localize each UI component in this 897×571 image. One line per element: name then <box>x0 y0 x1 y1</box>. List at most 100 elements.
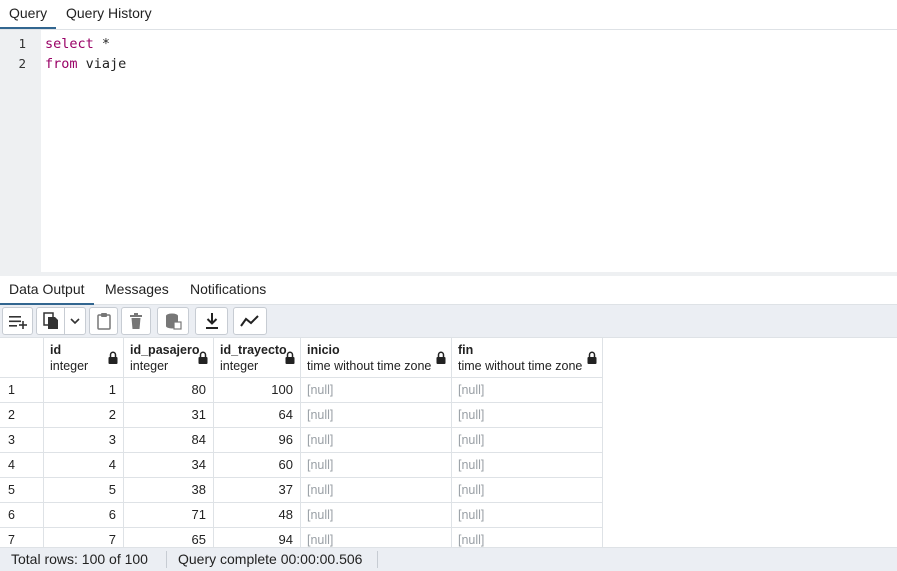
download-icon <box>205 313 218 329</box>
column-type: time without time zone <box>458 359 583 373</box>
download-button[interactable] <box>195 307 228 335</box>
table-cell[interactable]: 6 <box>44 503 124 528</box>
table-cell[interactable]: [null] <box>452 453 603 478</box>
row-number[interactable]: 2 <box>0 403 44 428</box>
graph-visualiser-button[interactable] <box>233 307 267 335</box>
table-cell[interactable]: 37 <box>214 478 301 503</box>
column-name: id_trayecto <box>220 343 287 357</box>
table-cell[interactable]: [null] <box>452 378 603 403</box>
code-text: * <box>93 36 111 52</box>
lock-icon <box>436 351 446 364</box>
query-tabs-bar: Query Query History <box>0 0 897 30</box>
column-name: inicio <box>307 343 340 357</box>
code-line[interactable]: from viaje <box>45 56 126 72</box>
lock-icon <box>285 351 295 364</box>
table-cell[interactable]: 96 <box>214 428 301 453</box>
table-cell[interactable]: 34 <box>124 453 214 478</box>
tab-notifications[interactable]: Notifications <box>181 276 275 303</box>
table-cell[interactable]: [null] <box>452 528 603 547</box>
table-cell[interactable]: 7 <box>44 528 124 547</box>
table-cell[interactable]: 48 <box>214 503 301 528</box>
table-cell[interactable]: 4 <box>44 453 124 478</box>
table-cell[interactable]: 38 <box>124 478 214 503</box>
copy-button[interactable] <box>37 312 64 330</box>
column-type: integer <box>130 359 169 373</box>
save-data-icon <box>166 313 182 330</box>
status-bar: Total rows: 100 of 100 Query complete 00… <box>0 547 897 571</box>
table-cell[interactable]: 80 <box>124 378 214 403</box>
line-number: 2 <box>18 56 26 71</box>
results-grid[interactable]: id integer id_pasajero integer id_trayec… <box>0 338 897 547</box>
column-type: integer <box>220 359 259 373</box>
delete-icon <box>130 313 142 329</box>
save-data-button[interactable] <box>157 307 189 335</box>
column-name: id_pasajero <box>130 343 200 357</box>
graph-visualiser-icon <box>240 315 259 327</box>
table-cell[interactable]: [null] <box>301 503 452 528</box>
table-cell[interactable]: 84 <box>124 428 214 453</box>
sql-keyword: select <box>45 36 94 52</box>
table-cell[interactable]: 65 <box>124 528 214 547</box>
row-number[interactable]: 3 <box>0 428 44 453</box>
paste-button[interactable] <box>89 307 118 335</box>
table-cell[interactable]: 60 <box>214 453 301 478</box>
sql-keyword: from <box>45 56 78 72</box>
tab-query[interactable]: Query <box>0 0 57 29</box>
status-divider <box>166 551 167 568</box>
table-cell[interactable]: [null] <box>452 478 603 503</box>
column-type: integer <box>50 359 89 373</box>
line-number: 1 <box>18 36 26 51</box>
table-cell[interactable]: 94 <box>214 528 301 547</box>
code-line[interactable]: select * <box>45 36 110 52</box>
table-cell[interactable]: [null] <box>301 453 452 478</box>
column-header-id-pasajero[interactable]: id_pasajero integer <box>124 338 214 378</box>
tab-query-history[interactable]: Query History <box>57 0 161 27</box>
chevron-down-icon <box>70 318 80 325</box>
table-cell[interactable]: [null] <box>301 528 452 547</box>
table-cell[interactable]: [null] <box>301 403 452 428</box>
lock-icon <box>587 351 597 364</box>
copy-button-group <box>36 307 86 335</box>
lock-icon <box>198 351 208 364</box>
output-tabs-bar: Data Output Messages Notifications <box>0 276 897 305</box>
table-cell[interactable]: 31 <box>124 403 214 428</box>
code-text: viaje <box>77 56 127 72</box>
row-number[interactable]: 1 <box>0 378 44 403</box>
table-cell[interactable]: 3 <box>44 428 124 453</box>
table-cell[interactable]: 5 <box>44 478 124 503</box>
column-header-id-trayecto[interactable]: id_trayecto integer <box>214 338 301 378</box>
tab-messages[interactable]: Messages <box>96 276 178 303</box>
table-cell[interactable]: 2 <box>44 403 124 428</box>
table-cell[interactable]: [null] <box>301 378 452 403</box>
data-output-toolbar <box>0 305 897 338</box>
column-header-id[interactable]: id integer <box>44 338 124 378</box>
line-number-gutter: 1 2 <box>0 30 41 272</box>
row-number[interactable]: 7 <box>0 528 44 547</box>
table-cell[interactable]: 64 <box>214 403 301 428</box>
total-rows-status: Total rows: 100 of 100 <box>11 551 148 567</box>
lock-icon <box>108 351 118 364</box>
table-cell[interactable]: [null] <box>452 428 603 453</box>
copy-options-dropdown[interactable] <box>65 317 85 325</box>
row-number[interactable]: 4 <box>0 453 44 478</box>
table-cell[interactable]: [null] <box>301 428 452 453</box>
column-header-fin[interactable]: fin time without time zone <box>452 338 603 378</box>
table-cell[interactable]: 71 <box>124 503 214 528</box>
column-name: id <box>50 343 62 357</box>
table-cell[interactable]: 1 <box>44 378 124 403</box>
tab-data-output[interactable]: Data Output <box>0 276 94 305</box>
status-divider <box>377 551 378 568</box>
row-number[interactable]: 6 <box>0 503 44 528</box>
table-cell[interactable]: [null] <box>452 403 603 428</box>
delete-button[interactable] <box>121 307 151 335</box>
column-name: fin <box>458 343 474 357</box>
table-cell[interactable]: [null] <box>301 478 452 503</box>
row-number[interactable]: 5 <box>0 478 44 503</box>
row-number-header[interactable] <box>0 338 44 378</box>
sql-editor[interactable]: 1 2 select * from viaje <box>0 30 897 272</box>
add-row-icon <box>8 316 27 329</box>
column-header-inicio[interactable]: inicio time without time zone <box>301 338 452 378</box>
table-cell[interactable]: [null] <box>452 503 603 528</box>
add-row-button[interactable] <box>2 307 33 335</box>
table-cell[interactable]: 100 <box>214 378 301 403</box>
